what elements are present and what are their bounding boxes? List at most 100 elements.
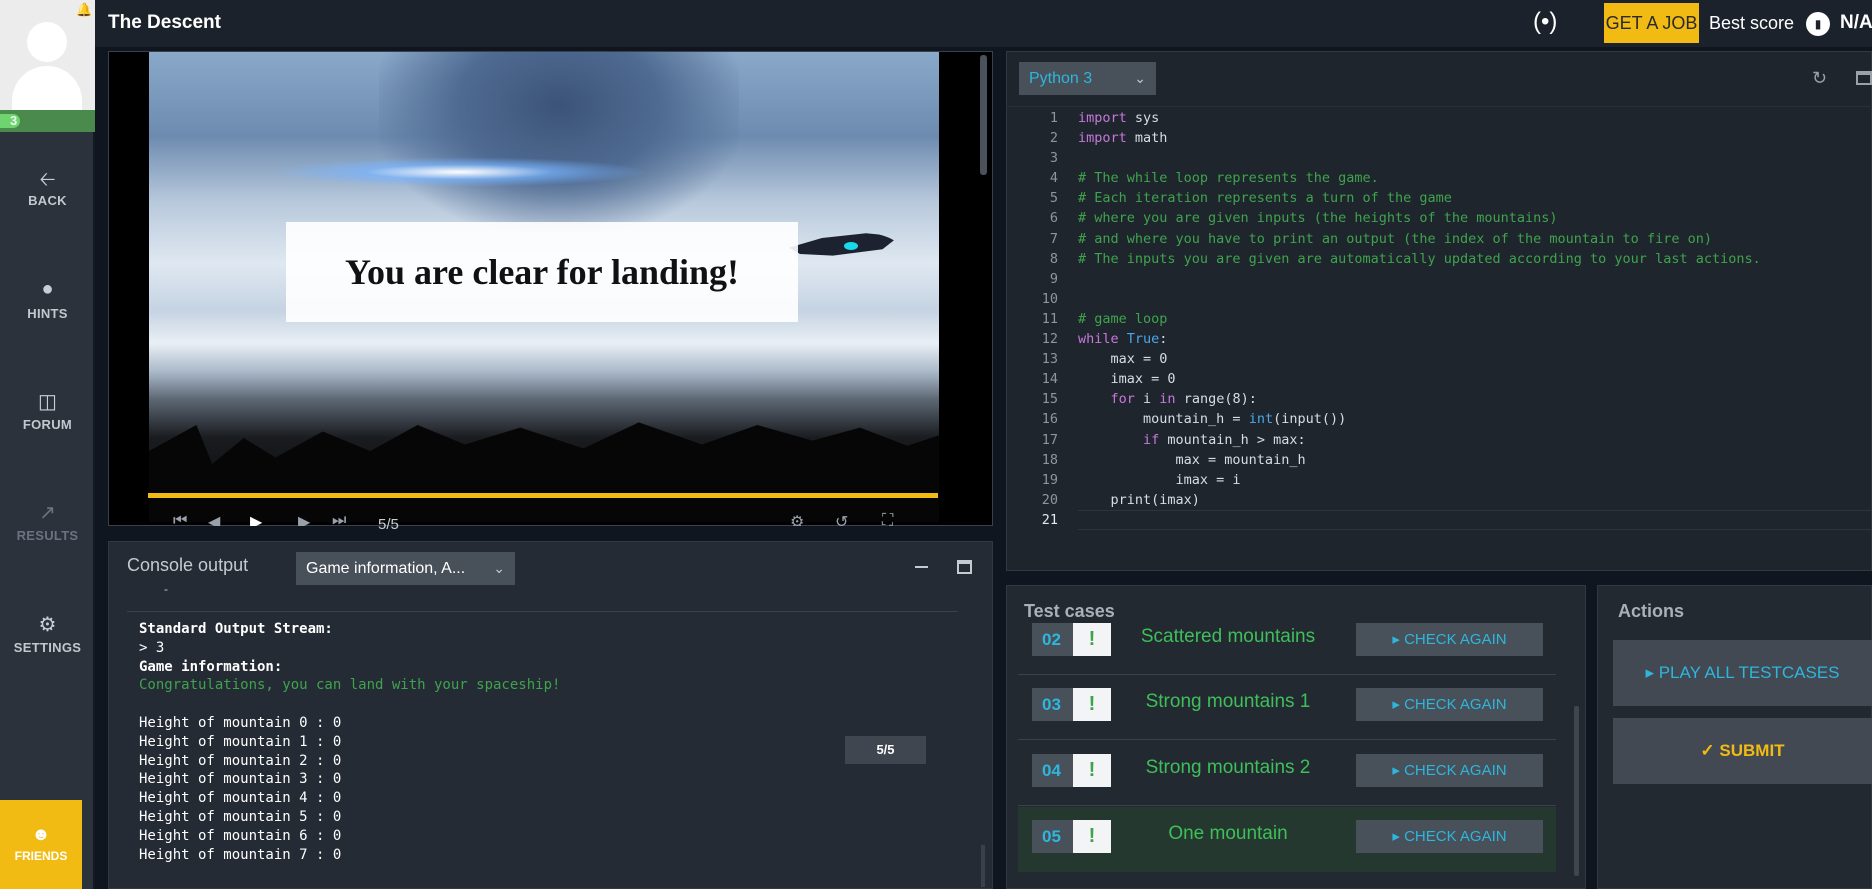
sidebar-item-label: RESULTS	[16, 528, 79, 543]
language-select[interactable]: Python 3 ⌄	[1019, 62, 1156, 95]
sidebar-item-back[interactable]: 🡠 BACK	[0, 165, 95, 245]
play-all-label: PLAY ALL TESTCASES	[1658, 663, 1840, 682]
check-again-label: CHECK AGAIN	[1404, 762, 1507, 779]
chevron-down-icon: ⌄	[1134, 70, 1146, 86]
test-case-number: 04	[1032, 754, 1073, 787]
line-number: 9	[1049, 270, 1058, 287]
test-case-number: 05	[1032, 820, 1073, 853]
info-message: Congratulations, you can land with your …	[139, 677, 561, 694]
rewind-icon[interactable]: ⏮	[173, 512, 187, 526]
step-back-icon[interactable]: ◀	[208, 512, 220, 526]
submit-button[interactable]: ✓ SUBMIT	[1613, 718, 1872, 784]
level-value: 3	[10, 113, 18, 128]
log-line: Height of mountain 2 : 0	[139, 752, 342, 769]
check-again-button[interactable]: ▸ CHECK AGAIN	[1356, 754, 1543, 787]
line-number: 20	[1041, 491, 1058, 508]
console-scrollbar[interactable]	[981, 845, 985, 887]
maximize-icon[interactable]	[957, 560, 972, 574]
reset-code-icon[interactable]: ↻	[1812, 68, 1827, 89]
check-again-button[interactable]: ▸ CHECK AGAIN	[1356, 820, 1543, 853]
line-number: 13	[1041, 351, 1058, 368]
log-line: Height of mountain 1 : 0	[139, 733, 342, 750]
sidebar-item-results[interactable]: ↗ RESULTS	[0, 500, 95, 580]
best-score-label: Best score	[1709, 13, 1795, 33]
line-number: 21	[1041, 511, 1058, 528]
test-case-row[interactable]: 02 ! Scattered mountains ▸ CHECK AGAIN	[1018, 610, 1556, 675]
notification-bell-icon[interactable]: 🔔	[76, 2, 92, 17]
scene-dark-ridge	[149, 422, 939, 522]
console-filter-select[interactable]: Game information, A... ⌄	[296, 552, 515, 585]
test-status-icon: !	[1073, 754, 1111, 787]
test-status-icon: !	[1073, 688, 1111, 721]
line-number: 18	[1041, 451, 1058, 468]
line-number: 16	[1041, 411, 1058, 428]
stdout-line: > 3	[139, 639, 165, 656]
scene-mountain-shape	[379, 52, 739, 232]
share-icon[interactable]: ↺	[835, 512, 848, 526]
forum-icon: ◫	[38, 391, 57, 413]
line-number: 3	[1049, 150, 1058, 167]
test-case-name: Strong mountains 1	[1145, 691, 1311, 712]
language-value: Python 3	[1029, 70, 1093, 87]
sidebar-item-hints[interactable]: ● HINTS	[0, 278, 95, 358]
test-case-number: 02	[1032, 623, 1073, 656]
settings-icon[interactable]: ⚙	[790, 512, 804, 526]
check-again-button[interactable]: ▸ CHECK AGAIN	[1356, 623, 1543, 656]
line-number: 17	[1041, 431, 1058, 448]
log-line: Height of mountain 7 : 0	[139, 846, 342, 863]
step-forward-icon[interactable]: ▶	[298, 512, 310, 526]
log-line: Height of mountain 3 : 0	[139, 771, 342, 788]
line-numbers: 1 2 3 4 5 6 7 8 9 10 11 12 13 14 15 16 17 18 19 20 21	[1006, 108, 1058, 530]
log-line: Height of mountain 5 : 0	[139, 808, 342, 825]
console-filter-value: Game information, A...	[306, 560, 466, 577]
viewer-scrollbar[interactable]	[980, 55, 987, 175]
friends-button[interactable]: ☻ FRIENDS	[0, 800, 82, 889]
test-case-row[interactable]: 03 ! Strong mountains 1 ▸ CHECK AGAIN	[1018, 675, 1556, 740]
friends-icon: ☻	[31, 824, 51, 844]
current-line-highlight	[1078, 510, 1872, 530]
minimize-icon[interactable]	[915, 566, 928, 568]
log-line: Height of mountain 0 : 0	[139, 714, 342, 731]
fast-forward-icon[interactable]: ⏭	[332, 512, 346, 526]
arrow-left-icon: 🡠	[39, 169, 56, 191]
line-number: 10	[1041, 290, 1058, 307]
bulb-icon: ●	[41, 278, 54, 300]
broadcast-icon[interactable]: (•)	[1533, 8, 1557, 36]
line-number: 2	[1049, 130, 1058, 147]
check-again-label: CHECK AGAIN	[1404, 631, 1507, 648]
level-bar: 3	[0, 110, 95, 132]
check-again-label: CHECK AGAIN	[1404, 828, 1507, 845]
page-title: The Descent	[108, 12, 221, 33]
test-case-name: One mountain	[1168, 823, 1288, 844]
get-a-job-button[interactable]: GET A JOB	[1604, 3, 1699, 43]
play-all-testcases-button[interactable]: ▸ PLAY ALL TESTCASES	[1613, 640, 1872, 706]
sidebar-item-label: HINTS	[27, 306, 68, 321]
test-case-row[interactable]: 04 ! Strong mountains 2 ▸ CHECK AGAIN	[1018, 741, 1556, 806]
check-again-button[interactable]: ▸ CHECK AGAIN	[1356, 688, 1543, 721]
test-case-name: Scattered mountains	[1140, 626, 1316, 647]
replay-controls: ⏮ ◀ ▶ ▶ ⏭ ⚙ ↺ ⛶	[170, 512, 930, 526]
chart-line-icon: ↗	[39, 502, 56, 524]
sidebar-item-settings[interactable]: ⚙ SETTINGS	[0, 612, 95, 692]
submit-label: SUBMIT	[1719, 741, 1785, 760]
code-text[interactable]: import sys import math # The while loop …	[1078, 108, 1761, 510]
best-score-value: N/A	[1840, 12, 1872, 33]
replay-progress-bar[interactable]	[148, 493, 938, 498]
fullscreen-icon[interactable]: ⛶	[882, 512, 893, 526]
sidebar-item-forum[interactable]: ◫ FORUM	[0, 389, 95, 469]
test-cases-scrollbar[interactable]	[1574, 706, 1579, 876]
test-case-row-selected[interactable]: 05 ! One mountain ▸ CHECK AGAIN	[1018, 807, 1556, 872]
console-divider	[127, 611, 958, 612]
line-number: 6	[1049, 210, 1058, 227]
console-title: Console output	[127, 555, 249, 575]
line-number: 15	[1041, 391, 1058, 408]
avatar-head-shape	[27, 22, 67, 62]
console-dash: -	[164, 582, 168, 596]
line-number: 19	[1041, 471, 1058, 488]
play-icon[interactable]: ▶	[250, 512, 262, 526]
line-number: 1	[1049, 110, 1058, 126]
maximize-icon[interactable]	[1856, 71, 1872, 85]
test-status-icon: !	[1073, 623, 1111, 656]
test-case-number: 03	[1032, 688, 1073, 721]
frame-badge: 5/5	[845, 736, 926, 764]
